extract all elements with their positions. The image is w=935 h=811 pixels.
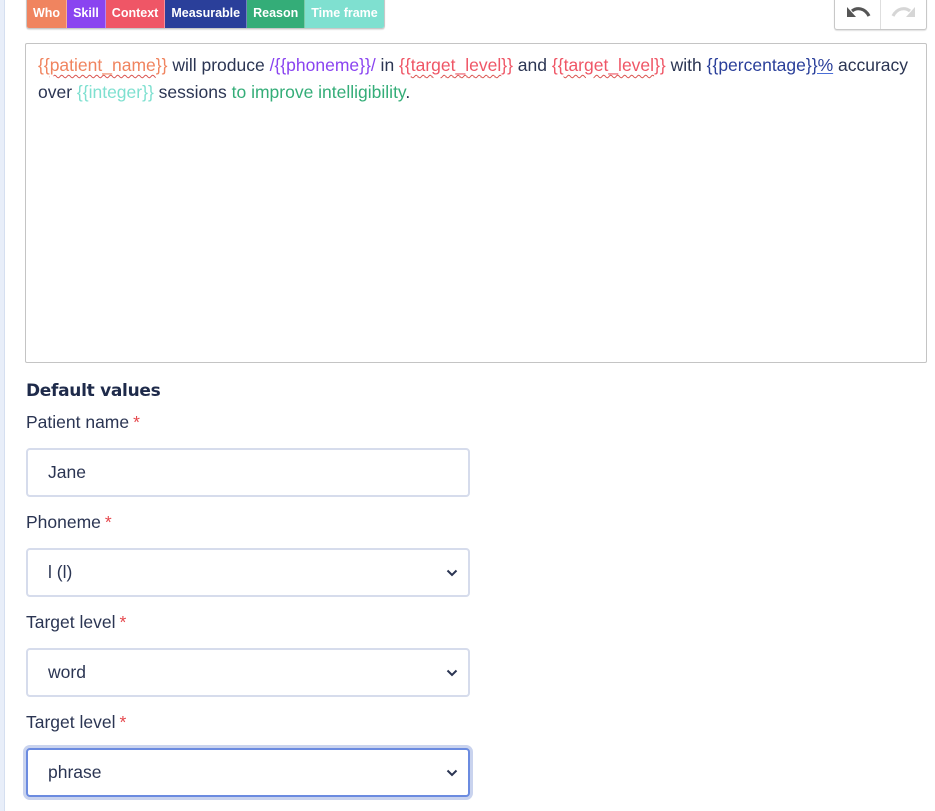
undo-button[interactable] [835, 0, 880, 29]
required-asterisk: * [133, 412, 140, 432]
tag-time-frame[interactable]: Time frame [305, 0, 384, 28]
left-panel-border [0, 0, 5, 811]
label-text: Patient name [26, 412, 130, 432]
text-segment: sessions [153, 82, 232, 102]
required-asterisk: * [119, 612, 127, 632]
placeholder-token: {{percentage}}% [706, 55, 834, 75]
spellcheck-underline: patient_name [49, 55, 156, 75]
chevron-down-icon [446, 669, 458, 676]
label-text: Phoneme [26, 512, 101, 532]
placeholder-token: {{patient_name}} [38, 55, 168, 75]
history-toolbar [834, 0, 927, 30]
default-values-heading: Default values [26, 381, 161, 401]
tag-measurable[interactable]: Measurable [165, 0, 248, 28]
text-segment: will produce [167, 55, 270, 75]
text-segment: /{{phoneme}}/ [269, 55, 376, 75]
target-level-label-1: Target level * [26, 612, 126, 633]
patient-name-input[interactable]: Jane [26, 448, 470, 497]
field-value: word [48, 662, 86, 682]
target-level-select-1[interactable]: word [26, 648, 470, 697]
text-segment: and [512, 55, 552, 75]
text-segment: with [665, 55, 707, 75]
undo-icon [846, 6, 870, 17]
tag-who[interactable]: Who [27, 0, 68, 28]
text-segment: . [405, 82, 411, 102]
chevron-down-icon [446, 569, 458, 576]
field-value: phrase [48, 762, 102, 782]
chevron-down-icon [446, 769, 458, 776]
field-value: l (l) [48, 562, 73, 582]
underline-marker: }}% [805, 55, 834, 75]
label-text: Target level [26, 712, 116, 732]
placeholder-token: {{target_level}} [551, 55, 666, 75]
tag-skill[interactable]: Skill [67, 0, 106, 28]
text-segment: to improve intelligibility [231, 82, 406, 102]
spellcheck-underline: target_level [563, 55, 655, 75]
goal-component-tags: Who Skill Context Measurable Reason Time… [26, 0, 385, 29]
label-text: Target level [26, 612, 116, 632]
field-value: Jane [48, 462, 86, 482]
phoneme-label: Phoneme * [26, 512, 112, 533]
redo-button[interactable] [880, 0, 926, 29]
target-level-select-2[interactable]: phrase [26, 748, 470, 797]
tag-reason[interactable]: Reason [247, 0, 306, 28]
required-asterisk: * [119, 712, 127, 732]
text-segment: in [375, 55, 400, 75]
redo-icon [891, 6, 915, 17]
placeholder-token: {{target_level}} [399, 55, 513, 75]
text-segment: {{integer}} [76, 82, 154, 102]
tag-context[interactable]: Context [105, 0, 166, 28]
target-level-label-2: Target level * [26, 712, 126, 733]
spellcheck-underline: target_level [410, 55, 502, 75]
required-asterisk: * [104, 512, 112, 532]
phoneme-select[interactable]: l (l) [26, 548, 470, 597]
patient-name-label: Patient name * [26, 412, 140, 433]
goal-text-editor[interactable]: {{patient_name}} will produce /{{phoneme… [25, 43, 927, 363]
